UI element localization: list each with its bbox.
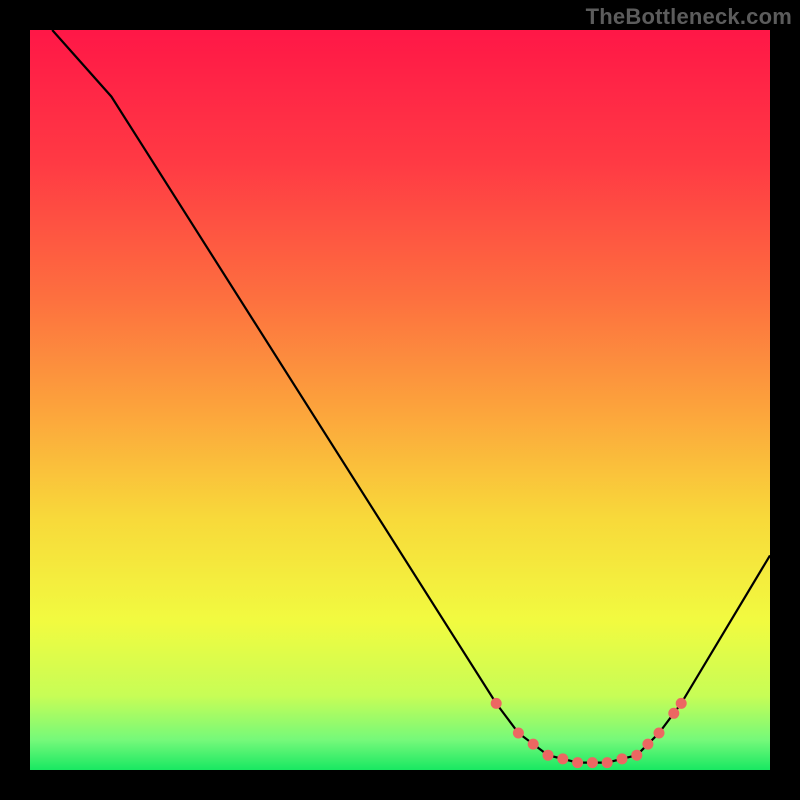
plateau-marker — [528, 739, 539, 750]
plot-background — [30, 30, 770, 770]
plateau-marker — [602, 757, 613, 768]
plateau-marker — [642, 739, 653, 750]
plateau-marker — [587, 757, 598, 768]
plateau-marker — [557, 753, 568, 764]
gradient-line-chart — [0, 0, 800, 800]
plateau-marker — [543, 750, 554, 761]
plateau-marker — [617, 753, 628, 764]
plateau-marker — [676, 698, 687, 709]
plateau-marker — [572, 757, 583, 768]
plateau-marker — [513, 728, 524, 739]
plateau-marker — [631, 750, 642, 761]
plateau-marker — [668, 708, 679, 719]
plateau-marker — [491, 698, 502, 709]
plateau-marker — [654, 728, 665, 739]
attribution-text: TheBottleneck.com — [586, 4, 792, 30]
chart-frame: { "attribution": "TheBottleneck.com", "c… — [0, 0, 800, 800]
